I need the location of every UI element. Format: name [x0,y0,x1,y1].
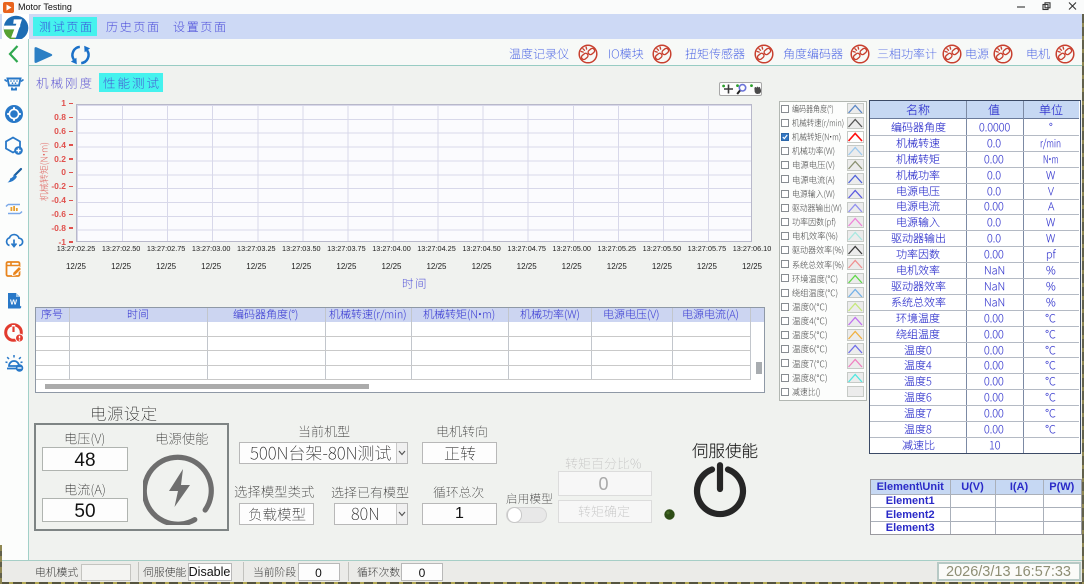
svg-text:W: W [10,298,18,307]
